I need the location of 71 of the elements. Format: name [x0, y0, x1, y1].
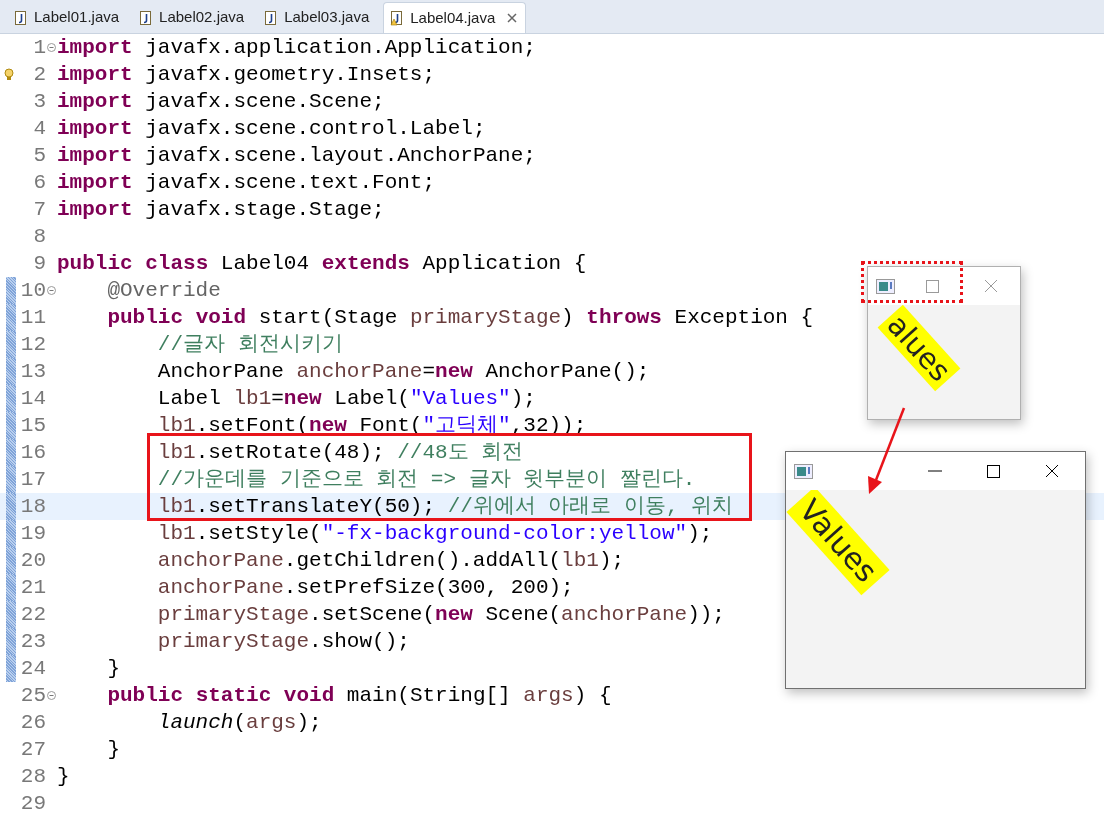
line-number: 2: [32, 62, 46, 88]
lightbulb-icon[interactable]: [3, 67, 15, 82]
line-number: 7: [32, 197, 46, 223]
line-number: 10: [19, 278, 46, 304]
code-line: @Override: [106, 278, 221, 304]
java-file-warning-icon: [390, 10, 405, 26]
code-line: import javafx.scene.control.Label;: [57, 116, 486, 142]
code-line: import javafx.stage.Stage;: [57, 197, 385, 223]
line-number: 23: [19, 629, 46, 655]
line-number: 21: [19, 575, 46, 601]
code-line: lb1.setRotate(48); //48도 회전: [156, 440, 524, 466]
code-line: }: [57, 764, 70, 790]
line-number: 5: [32, 143, 46, 169]
code-line: public class Label04 extends Application {: [57, 251, 587, 277]
line-number: 4: [32, 116, 46, 142]
code-line: lb1.setTranslateY(50); //위에서 아래로 이동, 위치: [156, 494, 734, 520]
editor-tab[interactable]: Label01.java: [8, 2, 126, 33]
code-line: import javafx.scene.layout.AnchorPane;: [57, 143, 536, 169]
code-line: Label lb1=new Label("Values");: [156, 386, 536, 412]
editor-tab[interactable]: Label03.java: [258, 2, 376, 33]
code-line: }: [106, 656, 120, 682]
line-number: 3: [32, 89, 46, 115]
line-number: 18: [19, 494, 46, 520]
code-line: anchorPane.setPrefSize(300, 200);: [156, 575, 574, 601]
code-line: import javafx.geometry.Insets;: [57, 62, 436, 88]
line-number: 12: [19, 332, 46, 358]
editor-tab[interactable]: Label04.java: [383, 2, 527, 33]
code-line: import javafx.scene.text.Font;: [57, 170, 436, 196]
line-number: 6: [32, 170, 46, 196]
editor-tab[interactable]: Label02.java: [133, 2, 251, 33]
fold-icon[interactable]: [47, 43, 56, 52]
code-line: import javafx.scene.Scene;: [57, 89, 385, 115]
line-number: 14: [19, 386, 46, 412]
line-number: 15: [19, 413, 46, 439]
app-icon: [876, 278, 895, 294]
line-number: 24: [19, 656, 46, 682]
line-number: 8: [32, 224, 46, 250]
java-file-icon: [14, 9, 28, 26]
app-icon: [794, 463, 813, 479]
java-file-icon: [139, 9, 154, 26]
line-number: 29: [19, 791, 46, 817]
code-line: lb1.setStyle("-fx-background-color:yellow");: [156, 521, 713, 547]
line-number: 1: [32, 35, 46, 61]
code-line: //가운데를 기준으로 회전 => 글자 윗부분이 짤린다.: [156, 467, 696, 493]
code-line: AnchorPane anchorPane=new AnchorPane();: [156, 359, 650, 385]
line-number: 13: [19, 359, 46, 385]
maximize-icon[interactable]: [987, 464, 1000, 478]
line-number: 19: [19, 521, 46, 547]
code-line: public static void main(String[] args) {: [106, 683, 612, 709]
line-number: 17: [19, 467, 46, 493]
line-number: 26: [19, 710, 46, 736]
line-number: 11: [19, 305, 46, 331]
fold-icon[interactable]: [47, 691, 56, 700]
code-line: import javafx.application.Application;: [57, 35, 536, 61]
line-number: 9: [32, 251, 46, 277]
code-line: public void start(Stage primaryStage) throws Exception {: [106, 305, 814, 331]
line-number: 22: [19, 602, 46, 628]
code-line: anchorPane.getChildren().addAll(lb1);: [156, 548, 625, 574]
line-number: 28: [19, 764, 46, 790]
line-number: 16: [19, 440, 46, 466]
java-file-icon: [264, 9, 279, 26]
code-line: primaryStage.setScene(new Scene(anchorPane));: [156, 602, 725, 628]
fold-icon[interactable]: [47, 286, 56, 295]
code-line: launch(args);: [156, 710, 322, 736]
code-line: //글자 회전시키기: [156, 332, 343, 358]
code-line: }: [106, 737, 120, 763]
line-number: 27: [19, 737, 46, 763]
close-icon[interactable]: [1045, 464, 1059, 478]
code-line: primaryStage.show();: [156, 629, 410, 655]
line-number: 20: [19, 548, 46, 574]
line-number: 25: [19, 683, 46, 709]
